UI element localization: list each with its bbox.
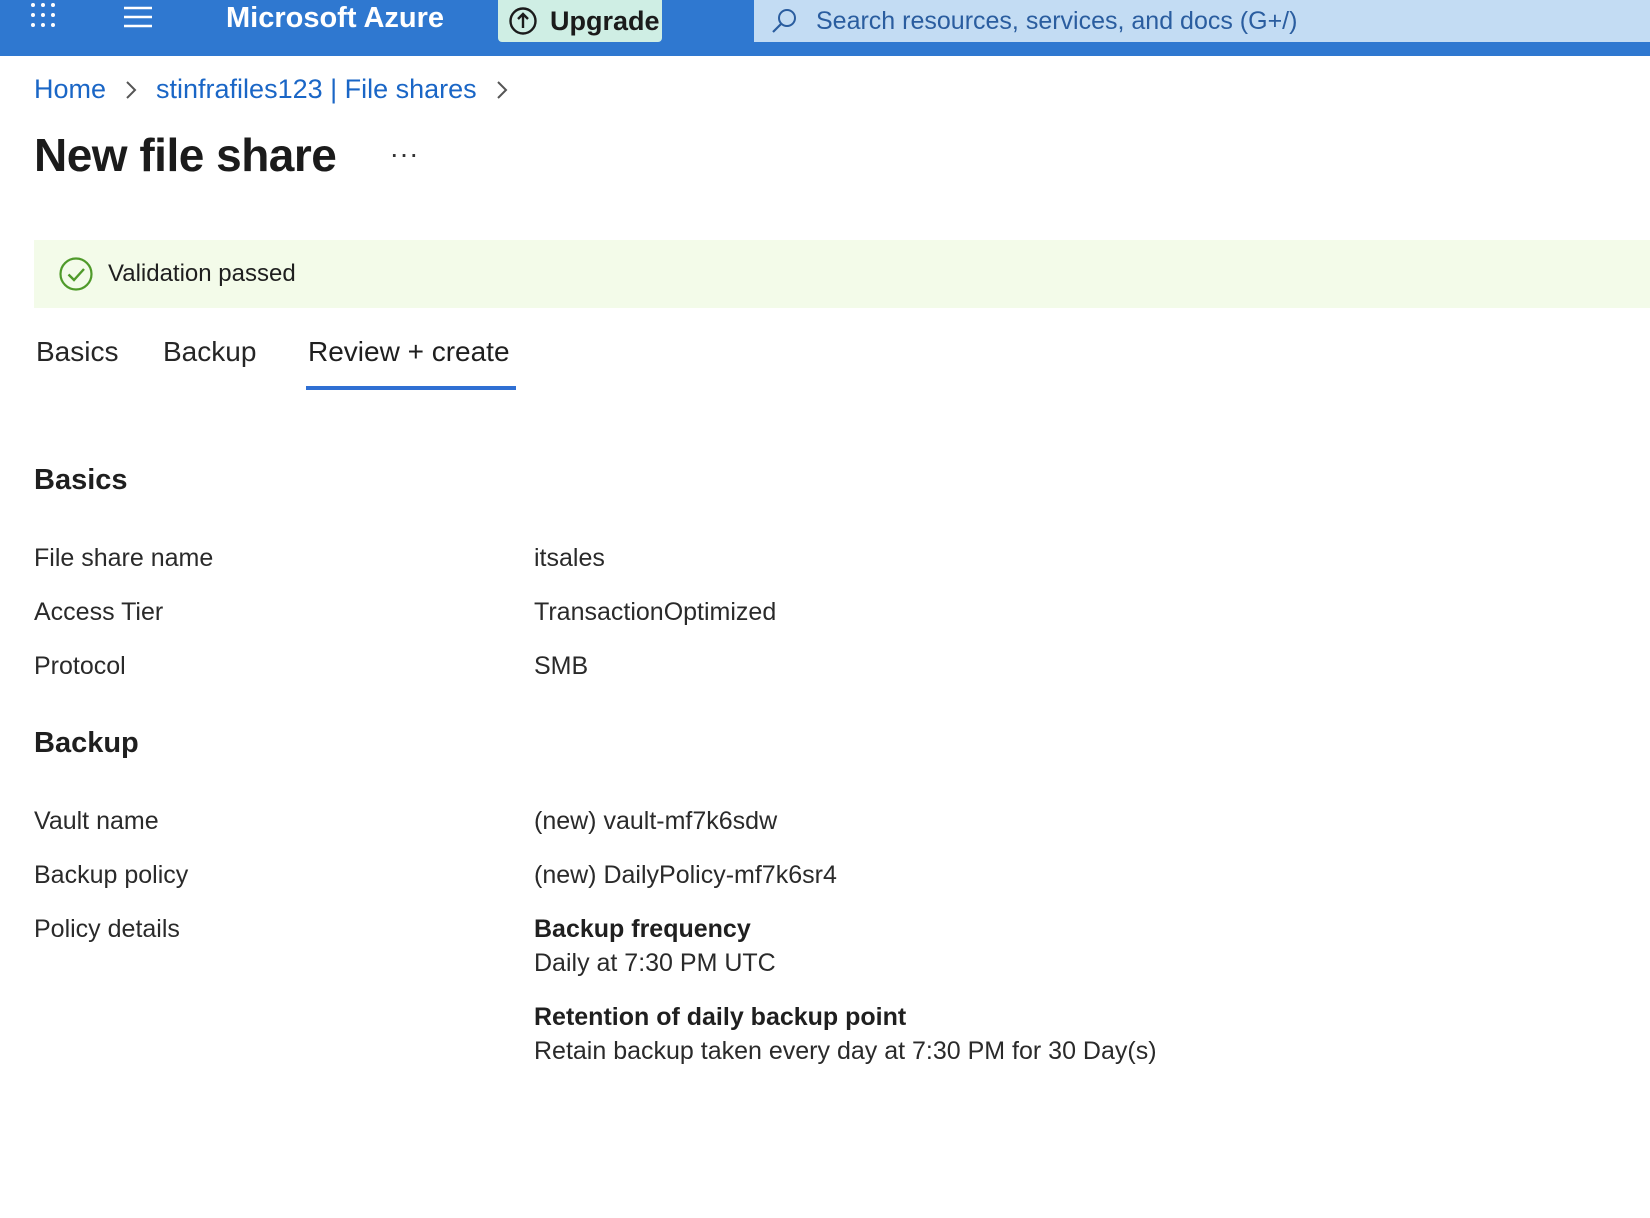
title-row: New file share ... [34, 128, 420, 182]
vault-name-label: Vault name [34, 807, 159, 835]
breadcrumb-file-shares-link[interactable]: stinfrafiles123 | File shares [156, 74, 477, 105]
backup-section-heading: Backup [34, 727, 139, 759]
check-circle-icon [59, 257, 93, 291]
search-placeholder: Search resources, services, and docs (G+… [816, 6, 1298, 35]
active-tab-indicator [306, 386, 516, 390]
file-share-name-label: File share name [34, 544, 214, 572]
access-tier-label: Access Tier [34, 598, 164, 626]
backup-frequency-value: Daily at 7:30 PM UTC [534, 949, 776, 977]
upgrade-arrow-icon [509, 7, 537, 35]
app-launcher-icon[interactable] [30, 2, 56, 28]
access-tier-value: TransactionOptimized [534, 598, 777, 626]
retention-value: Retain backup taken every day at 7:30 PM… [534, 1037, 1157, 1065]
upgrade-label: Upgrade [550, 5, 660, 36]
file-share-name-value: itsales [534, 544, 605, 572]
basics-section-heading: Basics [34, 464, 128, 496]
protocol-value: SMB [534, 652, 589, 680]
validation-banner: Validation passed [34, 240, 1650, 308]
retention-heading: Retention of daily backup point [534, 1003, 907, 1031]
breadcrumb: Home stinfrafiles123 | File shares [34, 74, 527, 105]
backup-frequency-heading: Backup frequency [534, 915, 751, 943]
upgrade-button[interactable]: Upgrade [498, 0, 662, 42]
tab-backup[interactable]: Backup [163, 336, 256, 368]
menu-icon[interactable] [122, 4, 154, 30]
page-title: New file share [34, 129, 337, 181]
protocol-label: Protocol [34, 652, 126, 680]
tab-basics[interactable]: Basics [36, 336, 118, 368]
brand-title[interactable]: Microsoft Azure [226, 0, 444, 36]
vault-name-value: (new) vault-mf7k6sdw [534, 807, 778, 835]
chevron-right-icon [496, 80, 508, 99]
validation-text: Validation passed [108, 260, 296, 287]
backup-policy-label: Backup policy [34, 861, 189, 889]
more-options-button[interactable]: ... [390, 132, 419, 164]
global-search-input[interactable]: Search resources, services, and docs (G+… [754, 0, 1650, 42]
top-bar: Microsoft Azure Upgrade Search resources… [0, 0, 1650, 56]
backup-policy-value: (new) DailyPolicy-mf7k6sr4 [534, 861, 837, 889]
tab-review-create[interactable]: Review + create [308, 336, 510, 368]
policy-details-label: Policy details [34, 915, 180, 943]
search-icon [772, 9, 796, 33]
breadcrumb-home-link[interactable]: Home [34, 74, 106, 105]
chevron-right-icon [126, 80, 137, 99]
